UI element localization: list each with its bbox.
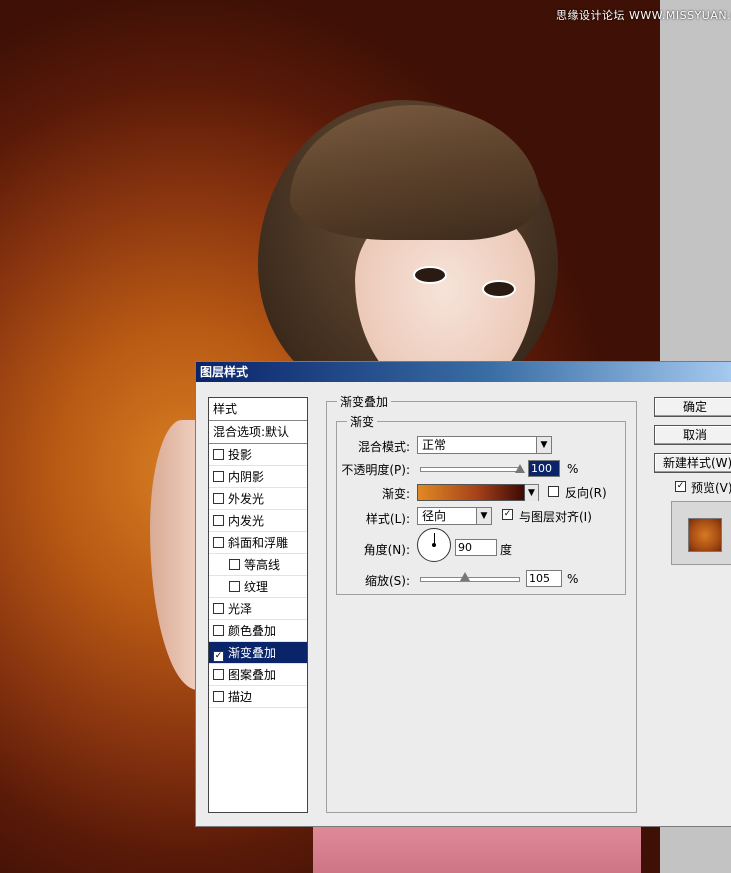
style-item-checkbox[interactable] xyxy=(229,559,240,570)
blend-options-item[interactable]: 混合选项:默认 xyxy=(209,421,307,444)
style-item-checkbox[interactable] xyxy=(213,515,224,526)
style-list-header[interactable]: 样式 xyxy=(209,398,307,421)
style-item[interactable]: 颜色叠加 xyxy=(209,620,307,642)
style-item[interactable]: ✓ 渐变叠加 xyxy=(209,642,307,664)
reverse-checkbox[interactable] xyxy=(548,486,559,497)
opacity-label: 不透明度(P): xyxy=(341,463,410,477)
chevron-down-icon[interactable]: ▼ xyxy=(536,437,551,453)
style-item-label: 斜面和浮雕 xyxy=(228,536,289,550)
style-item-label: 内阴影 xyxy=(228,470,265,484)
style-item-label: 内发光 xyxy=(228,514,265,528)
watermark: 思缘设计论坛 WWW.MISSYUAN.COM xyxy=(556,9,731,22)
style-item-label: 颜色叠加 xyxy=(228,624,277,638)
scale-unit: % xyxy=(567,572,579,586)
opacity-unit: % xyxy=(567,462,579,476)
style-item-checkbox[interactable] xyxy=(213,691,224,702)
style-item-checkbox[interactable] xyxy=(229,581,240,592)
style-item-label: 投影 xyxy=(228,448,253,462)
preview-checkbox[interactable]: ✓ xyxy=(675,481,686,492)
style-preview xyxy=(671,501,731,565)
style-item[interactable]: 纹理 xyxy=(209,576,307,598)
reverse-label: 反向(R) xyxy=(565,486,607,500)
style-value: 径向 xyxy=(422,509,447,523)
style-item-label: 描边 xyxy=(228,690,253,704)
blend-mode-select[interactable]: 正常 ▼ xyxy=(417,436,552,454)
group-title: 渐变叠加 xyxy=(337,393,392,410)
gradient-preview[interactable] xyxy=(417,484,525,501)
cancel-button[interactable]: 取消 xyxy=(654,425,731,445)
scale-slider-thumb[interactable] xyxy=(459,572,470,581)
style-item[interactable]: 等高线 xyxy=(209,554,307,576)
scale-slider[interactable] xyxy=(420,577,520,582)
style-item-label: 光泽 xyxy=(228,602,253,616)
style-item-checkbox[interactable] xyxy=(213,537,224,548)
style-list: 样式 混合选项:默认 投影内阴影外发光内发光斜面和浮雕等高线纹理光泽颜色叠加 ✓ 渐… xyxy=(208,397,308,813)
dialog-title[interactable]: 图层样式 xyxy=(196,362,731,382)
model-eye-left xyxy=(413,266,447,284)
chevron-down-icon[interactable]: ▼ xyxy=(525,485,538,501)
opacity-slider[interactable] xyxy=(420,467,522,472)
style-item-checkbox[interactable] xyxy=(213,493,224,504)
gradient-picker[interactable]: ▼ xyxy=(525,484,539,501)
scale-label: 缩放(S): xyxy=(364,574,410,588)
style-item-label: 图案叠加 xyxy=(228,668,277,682)
blend-mode-value: 正常 xyxy=(422,438,447,452)
align-with-layer-checkbox[interactable]: ✓ xyxy=(502,509,513,520)
angle-input[interactable]: 90 xyxy=(455,539,497,556)
angle-label: 角度(N): xyxy=(363,543,410,557)
style-item[interactable]: 投影 xyxy=(209,444,307,466)
scale-input[interactable]: 105 xyxy=(526,570,562,587)
style-item[interactable]: 光泽 xyxy=(209,598,307,620)
subgroup-title: 渐变 xyxy=(347,413,378,430)
gradient-label: 渐变: xyxy=(381,487,410,501)
style-item[interactable]: 外发光 xyxy=(209,488,307,510)
style-item-checkbox[interactable] xyxy=(213,669,224,680)
style-preview-swatch xyxy=(688,518,722,552)
ok-button[interactable]: 确定 xyxy=(654,397,731,417)
angle-dial[interactable] xyxy=(417,528,451,562)
style-item[interactable]: 斜面和浮雕 xyxy=(209,532,307,554)
style-item-checkbox[interactable] xyxy=(213,449,224,460)
style-item-label: 渐变叠加 xyxy=(228,646,277,660)
preview-label: 预览(V) xyxy=(691,481,731,495)
angle-unit: 度 xyxy=(500,543,513,557)
model-dress xyxy=(313,826,641,873)
style-select[interactable]: 径向 ▼ xyxy=(417,507,492,525)
new-style-button[interactable]: 新建样式(W)... xyxy=(654,453,731,473)
style-label: 样式(L): xyxy=(365,512,410,526)
angle-dial-center xyxy=(432,543,436,547)
layer-style-dialog: 图层样式 样式 混合选项:默认 投影内阴影外发光内发光斜面和浮雕等高线纹理光泽颜… xyxy=(195,361,731,827)
style-item-checkbox[interactable]: ✓ xyxy=(213,651,224,662)
style-item-label: 纹理 xyxy=(244,580,269,594)
style-item-label: 等高线 xyxy=(244,558,281,572)
style-item[interactable]: 内发光 xyxy=(209,510,307,532)
style-item-checkbox[interactable] xyxy=(213,471,224,482)
style-item-checkbox[interactable] xyxy=(213,625,224,636)
style-item-checkbox[interactable] xyxy=(213,603,224,614)
style-item-label: 外发光 xyxy=(228,492,265,506)
opacity-slider-thumb[interactable] xyxy=(515,464,525,473)
opacity-input[interactable]: 100 xyxy=(528,460,560,477)
blend-mode-label: 混合模式: xyxy=(357,440,410,454)
chevron-down-icon[interactable]: ▼ xyxy=(476,508,491,524)
style-item[interactable]: 内阴影 xyxy=(209,466,307,488)
model-eye-right xyxy=(482,280,516,298)
align-with-layer-label: 与图层对齐(I) xyxy=(519,510,592,524)
style-item[interactable]: 描边 xyxy=(209,686,307,708)
style-item[interactable]: 图案叠加 xyxy=(209,664,307,686)
